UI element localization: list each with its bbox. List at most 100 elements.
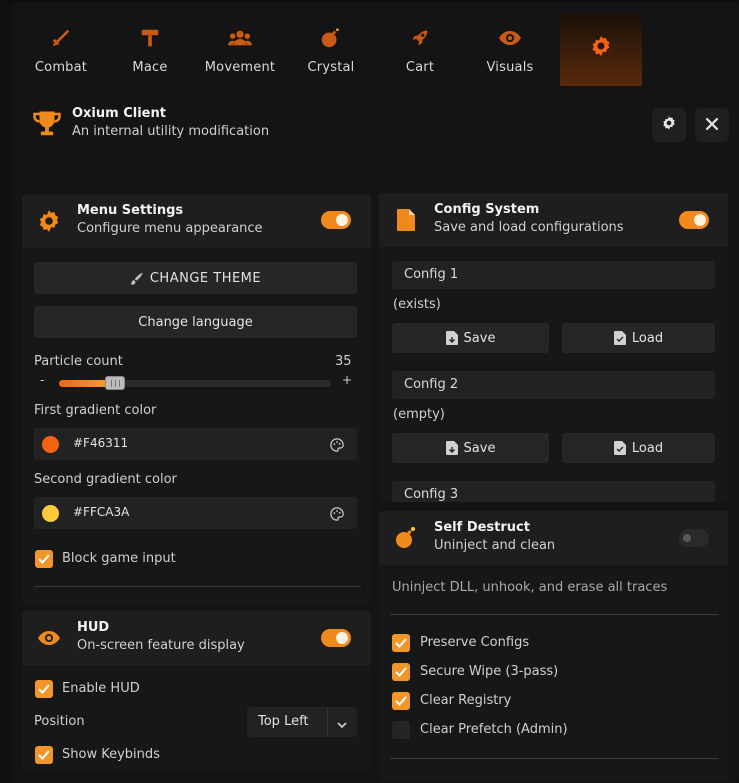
bomb-icon — [393, 525, 419, 551]
config-status: (exists) — [393, 297, 441, 312]
color-swatch — [42, 505, 59, 522]
menu-settings-header: Menu Settings Configure menu appearance — [22, 194, 371, 248]
gear-icon — [589, 34, 613, 58]
self-destruct-description: Uninject DLL, unhook, and erase all trac… — [392, 580, 668, 595]
close-button[interactable] — [695, 108, 729, 142]
tab-visuals[interactable]: Visuals — [468, 14, 552, 86]
menu-settings-toggle[interactable] — [321, 211, 351, 229]
panel-title: Menu Settings — [77, 203, 184, 218]
check-icon — [38, 750, 50, 760]
show-keybinds-checkbox[interactable] — [35, 746, 53, 764]
config-slot-3[interactable]: Config 3 — [392, 481, 715, 502]
increase-particles-button[interactable]: + — [342, 373, 352, 387]
check-icon — [395, 638, 407, 648]
first-gradient-value: #F46311 — [73, 436, 129, 450]
tab-settings[interactable] — [560, 14, 642, 86]
load-label: Load — [631, 440, 664, 456]
secure-wipe-checkbox[interactable] — [392, 663, 410, 681]
tab-label: Cart — [405, 60, 435, 75]
block-input-checkbox[interactable] — [35, 550, 53, 568]
hud-toggle[interactable] — [321, 629, 351, 647]
gear-icon — [36, 208, 62, 234]
load-config-2-button[interactable]: Load — [562, 433, 715, 463]
preserve-configs-checkbox[interactable] — [392, 634, 410, 652]
tab-combat[interactable]: Combat — [12, 14, 110, 86]
panel-subtitle: Uninject and clean — [434, 538, 556, 553]
config-system-toggle[interactable] — [679, 211, 709, 229]
app-title: Oxium Client — [72, 106, 166, 121]
config-slot-2[interactable]: Config 2 — [392, 371, 715, 399]
self-destruct-panel: Self Destruct Uninject and clean Uninjec… — [379, 511, 728, 781]
palette-icon[interactable] — [330, 437, 344, 456]
clear-prefetch-label: Clear Prefetch (Admin) — [420, 722, 568, 737]
file-save-icon — [445, 441, 458, 455]
tab-label: Combat — [34, 60, 88, 75]
users-icon — [228, 26, 252, 50]
tab-label: Mace — [132, 60, 168, 75]
tab-movement[interactable]: Movement — [190, 14, 290, 86]
change-theme-label: CHANGE THEME — [149, 270, 262, 286]
tab-cart[interactable]: Cart — [372, 14, 468, 86]
clear-prefetch-checkbox[interactable] — [392, 721, 410, 739]
config-system-panel: Config System Save and load configuratio… — [379, 193, 728, 502]
change-language-button[interactable]: Change language — [34, 306, 357, 338]
save-config-1-button[interactable]: Save — [392, 323, 549, 353]
bomb-icon — [319, 26, 343, 50]
select-divider — [327, 707, 328, 737]
check-icon — [38, 684, 50, 694]
block-input-label: Block game input — [62, 551, 176, 566]
panel-title: Self Destruct — [434, 520, 530, 535]
check-icon — [395, 667, 407, 677]
file-save-icon — [445, 331, 458, 345]
config-slot-1[interactable]: Config 1 — [392, 261, 715, 289]
panel-subtitle: Configure menu appearance — [77, 221, 263, 236]
slider-thumb[interactable] — [105, 376, 126, 390]
mace-icon — [138, 26, 162, 50]
paint-brush-icon — [130, 272, 143, 285]
eye-icon — [36, 625, 62, 651]
config-system-header: Config System Save and load configuratio… — [379, 193, 728, 247]
save-config-2-button[interactable]: Save — [392, 433, 549, 463]
position-label: Position — [34, 714, 85, 729]
enable-hud-label: Enable HUD — [62, 681, 140, 696]
config-name: Config 1 — [404, 267, 459, 282]
particle-slider[interactable] — [59, 376, 331, 390]
enable-hud-checkbox[interactable] — [35, 680, 53, 698]
menu-settings-panel: Menu Settings Configure menu appearance … — [22, 194, 371, 604]
show-keybinds-label: Show Keybinds — [62, 747, 160, 762]
panel-title: Config System — [434, 202, 540, 217]
tab-label: Visuals — [486, 60, 534, 75]
check-icon — [38, 554, 50, 564]
first-gradient-field[interactable]: #F46311 — [34, 428, 357, 460]
config-status: (empty) — [393, 407, 445, 422]
save-label: Save — [463, 330, 496, 346]
settings-button[interactable] — [652, 108, 686, 142]
decrease-particles-button[interactable]: - — [40, 373, 44, 387]
gear-icon — [661, 115, 677, 135]
clear-registry-checkbox[interactable] — [392, 692, 410, 710]
sword-icon — [49, 26, 73, 50]
tab-mace[interactable]: Mace — [110, 14, 190, 86]
trophy-icon — [32, 109, 62, 139]
position-select[interactable]: Top Left — [247, 707, 357, 737]
palette-icon[interactable] — [330, 506, 344, 525]
particle-count-label: Particle count — [34, 354, 123, 369]
divider — [34, 586, 361, 587]
first-gradient-label: First gradient color — [34, 403, 157, 418]
second-gradient-field[interactable]: #FFCA3A — [34, 497, 357, 529]
position-value: Top Left — [258, 714, 309, 729]
rocket-icon — [408, 26, 432, 50]
config-name: Config 3 — [404, 487, 459, 502]
tab-bar: Combat Mace Movement Crystal Cart Visual… — [12, 14, 672, 86]
load-label: Load — [631, 330, 664, 346]
clear-registry-label: Clear Registry — [420, 693, 512, 708]
check-icon — [395, 696, 407, 706]
preserve-configs-label: Preserve Configs — [420, 635, 530, 650]
tab-label: Crystal — [307, 60, 355, 75]
file-icon — [393, 207, 419, 233]
change-theme-button[interactable]: CHANGE THEME — [34, 262, 357, 294]
self-destruct-toggle[interactable] — [679, 529, 709, 547]
save-label: Save — [463, 440, 496, 456]
tab-crystal[interactable]: Crystal — [290, 14, 372, 86]
load-config-1-button[interactable]: Load — [562, 323, 715, 353]
